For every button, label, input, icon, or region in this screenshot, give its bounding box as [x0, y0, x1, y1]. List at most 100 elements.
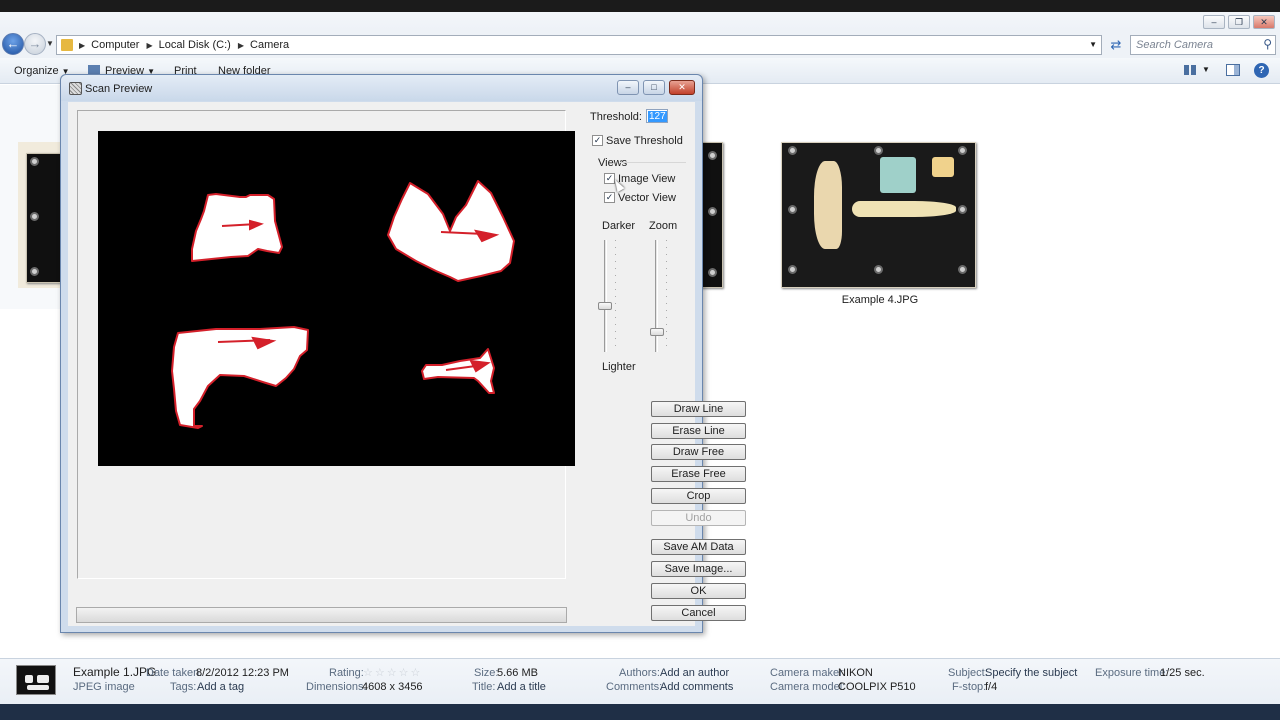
authors-value[interactable]: Add an author: [660, 667, 729, 679]
folder-icon: [61, 39, 73, 51]
bolt-icon: [30, 157, 39, 166]
date-taken-value[interactable]: 8/2/2012 12:23 PM: [196, 667, 289, 679]
close-button[interactable]: ✕: [1253, 15, 1275, 29]
camera-maker-label: Camera maker:: [770, 667, 846, 679]
file-thumbnail[interactable]: [26, 153, 62, 283]
dialog-minimize-button[interactable]: –: [617, 80, 639, 95]
views-group-label: Views: [598, 157, 628, 169]
scan-preview-canvas[interactable]: [98, 131, 575, 466]
scan-preview-image: [171, 180, 515, 429]
subject-value[interactable]: Specify the subject: [985, 667, 1077, 679]
breadcrumb-camera[interactable]: Camera: [250, 39, 289, 51]
refresh-icon[interactable]: ⇄: [1106, 36, 1126, 54]
darkness-slider-track[interactable]: [604, 240, 607, 352]
tags-value[interactable]: Add a tag: [197, 681, 244, 693]
threshold-label: Threshold:: [590, 111, 642, 123]
save-image-button[interactable]: Save Image...: [651, 561, 746, 577]
bolt-icon: [874, 146, 883, 155]
undo-button[interactable]: Undo: [651, 510, 746, 526]
bolt-icon: [958, 265, 967, 274]
search-placeholder: Search Camera: [1136, 39, 1214, 51]
dimensions-value: 4608 x 3456: [362, 681, 423, 693]
tags-label: Tags:: [170, 681, 197, 693]
lighter-label: Lighter: [602, 361, 636, 373]
size-value: 5.66 MB: [497, 667, 538, 679]
rating-label: Rating:: [329, 667, 364, 679]
search-input[interactable]: Search Camera ⚲: [1130, 35, 1276, 55]
breadcrumb-computer[interactable]: Computer: [91, 39, 139, 51]
taskbar: [0, 704, 1280, 720]
search-icon[interactable]: ⚲: [1263, 37, 1272, 51]
organize-label: Organize: [14, 65, 59, 77]
detail-file-name: Example 1.JPG: [73, 665, 157, 679]
dimensions-label: Dimensions:: [306, 681, 367, 693]
minimize-button[interactable]: –: [1203, 15, 1225, 29]
darkness-slider-thumb[interactable]: [598, 302, 612, 311]
title-value[interactable]: Add a title: [497, 681, 546, 693]
draw-line-button[interactable]: Draw Line: [651, 401, 746, 417]
threshold-value: 127: [648, 111, 667, 122]
preview-frame: [77, 110, 575, 579]
comments-value[interactable]: Add comments: [660, 681, 733, 693]
fstop-value[interactable]: f/4: [985, 681, 997, 693]
fabric-piece: [814, 161, 842, 249]
help-icon[interactable]: ?: [1254, 63, 1269, 78]
breadcrumb-local-disk[interactable]: Local Disk (C:): [159, 39, 231, 51]
dialog-close-button[interactable]: ✕: [669, 80, 695, 95]
darker-label: Darker: [602, 220, 636, 232]
fabric-piece: [932, 157, 954, 177]
chevron-right-icon: ▶: [79, 41, 86, 50]
comments-label: Comments:: [606, 681, 663, 693]
image-view-label[interactable]: Image View: [618, 173, 675, 185]
exposure-value[interactable]: 1/25 sec.: [1160, 667, 1205, 679]
threshold-input[interactable]: 127: [646, 109, 668, 123]
file-preview-icon: [16, 665, 56, 695]
zoom-slider-thumb[interactable]: [650, 328, 664, 337]
back-button[interactable]: ←: [2, 33, 24, 55]
dialog-body: Threshold: 127 ✓ Save Threshold Views ✓ …: [68, 102, 746, 626]
dialog-title-bar[interactable]: Scan Preview – □ ✕: [61, 75, 702, 101]
file-thumbnail-example-4[interactable]: [781, 142, 976, 288]
chevron-right-icon: ▶: [146, 41, 153, 50]
recent-pages-dropdown[interactable]: ▼: [46, 39, 54, 48]
address-dropdown[interactable]: ▼: [1089, 40, 1097, 49]
dialog-maximize-button[interactable]: □: [643, 80, 665, 95]
bolt-icon: [958, 146, 967, 155]
pattern-piece: [191, 193, 283, 262]
vector-view-label[interactable]: Vector View: [618, 192, 676, 204]
restore-button[interactable]: ❐: [1228, 15, 1250, 29]
ok-button[interactable]: OK: [651, 583, 746, 599]
file-thumbnail[interactable]: [701, 142, 723, 288]
vector-view-checkbox[interactable]: ✓: [604, 192, 615, 203]
save-am-data-button[interactable]: Save AM Data: [651, 539, 746, 555]
forward-button[interactable]: →: [24, 33, 46, 55]
crop-button[interactable]: Crop: [651, 488, 746, 504]
change-view-icon[interactable]: [1184, 65, 1196, 75]
bolt-icon: [874, 265, 883, 274]
camera-maker-value[interactable]: NIKON: [838, 667, 873, 679]
authors-label: Authors:: [619, 667, 660, 679]
size-label: Size:: [474, 667, 499, 679]
scanner-icon: [69, 82, 82, 95]
bolt-icon: [708, 207, 717, 216]
cancel-button[interactable]: Cancel: [651, 605, 746, 621]
exposure-label: Exposure time:: [1095, 667, 1169, 679]
camera-model-value[interactable]: COOLPIX P510: [838, 681, 916, 693]
preview-pane-icon[interactable]: [1226, 64, 1240, 76]
zoom-label: Zoom: [649, 220, 678, 232]
address-row: ← → ▼ ▶ Computer ▶ Local Disk (C:) ▶ Camera…: [0, 30, 1280, 58]
file-name-label[interactable]: Example 4.JPG: [781, 294, 979, 306]
fabric-piece: [852, 201, 956, 217]
save-threshold-checkbox[interactable]: ✓: [592, 135, 603, 146]
save-threshold-label[interactable]: Save Threshold: [606, 135, 683, 147]
bolt-icon: [708, 268, 717, 277]
address-bar[interactable]: ▶ Computer ▶ Local Disk (C:) ▶ Camera ▼: [56, 35, 1102, 55]
dialog-title: Scan Preview: [85, 83, 153, 95]
erase-free-button[interactable]: Erase Free: [651, 466, 746, 482]
bolt-icon: [788, 146, 797, 155]
chevron-down-icon[interactable]: ▼: [1202, 65, 1210, 74]
erase-line-button[interactable]: Erase Line: [651, 423, 746, 439]
date-taken-label: Date taken:: [146, 667, 203, 679]
rating-stars[interactable]: ☆☆☆☆☆: [363, 666, 422, 679]
draw-free-button[interactable]: Draw Free: [651, 444, 746, 460]
